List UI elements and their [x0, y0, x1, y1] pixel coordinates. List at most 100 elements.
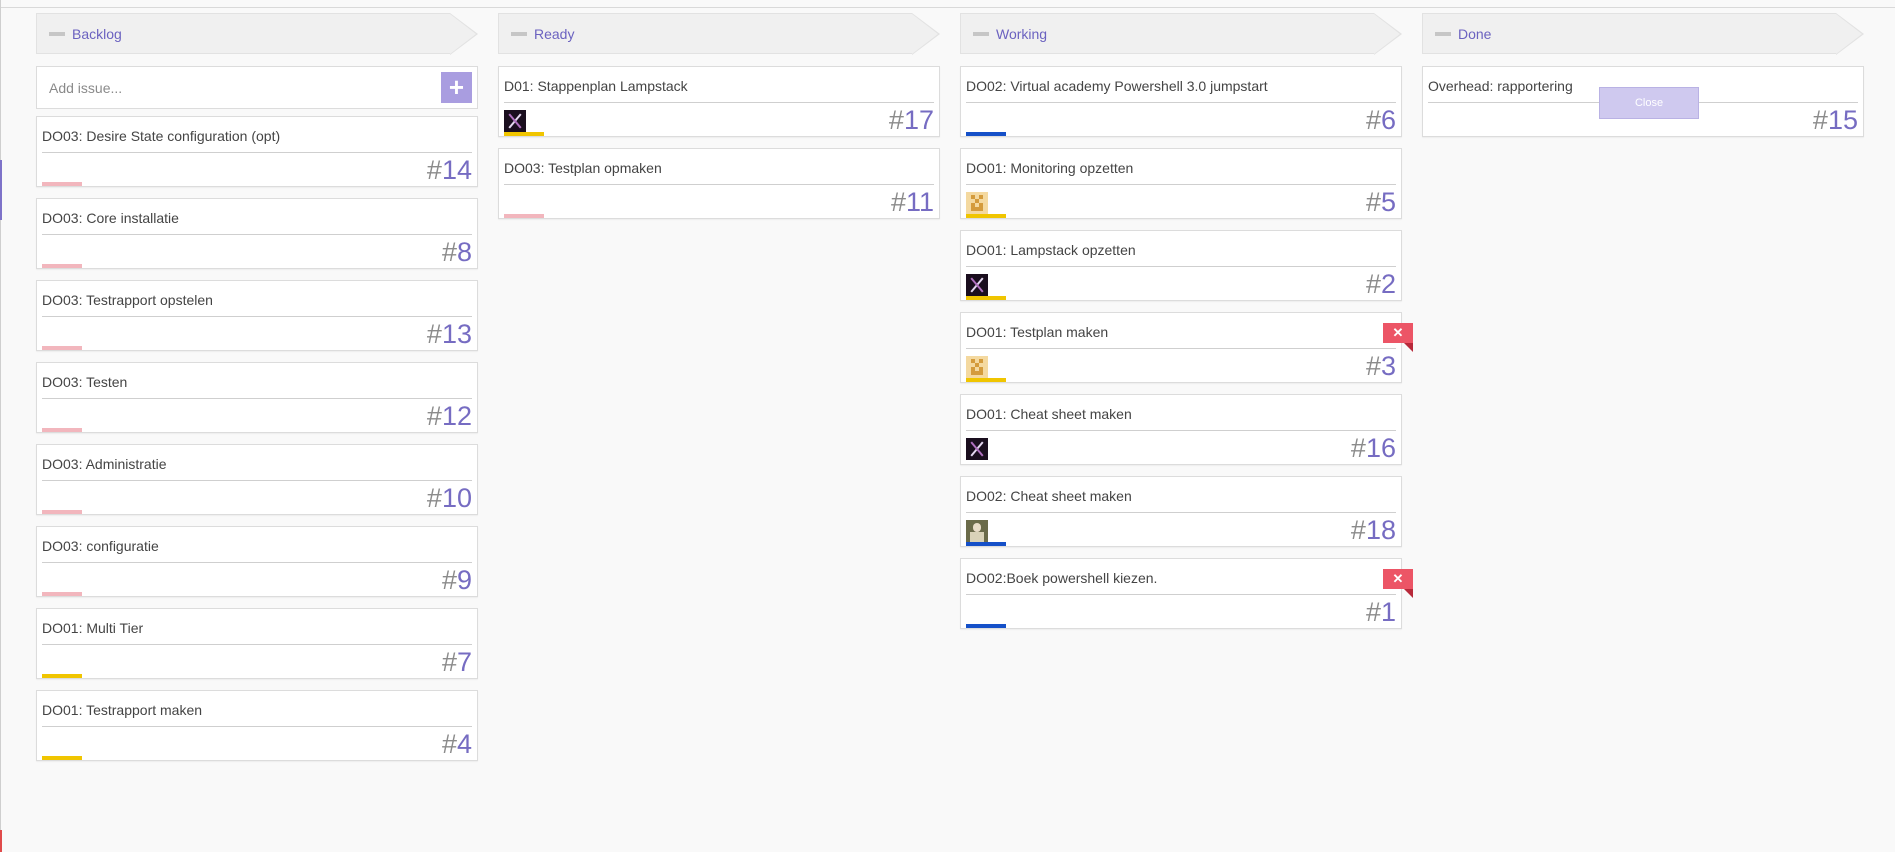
issue-number: #7	[442, 647, 472, 678]
issue-number: #13	[427, 319, 472, 350]
card-divider	[42, 398, 472, 399]
column-header[interactable]: Backlog	[36, 13, 478, 55]
avatar-body	[970, 532, 984, 542]
issue-card[interactable]: DO03: Testplan opmaken #11	[498, 148, 940, 219]
issue-card[interactable]: DO01: Testplan maken #3 ✕	[960, 312, 1413, 383]
column-header[interactable]: Working	[960, 13, 1402, 55]
issue-title: DO02: Cheat sheet maken	[966, 488, 1132, 504]
issue-number-value: 18	[1365, 515, 1396, 545]
issue-number-value: 3	[1380, 351, 1396, 381]
issue-card[interactable]: DO03: Testrapport opstelen #13	[36, 280, 478, 351]
header-arrow-inner	[912, 14, 938, 54]
issue-hash: #	[888, 105, 904, 135]
user-avatar	[966, 192, 988, 214]
issue-number: #5	[1366, 187, 1396, 218]
top-border	[0, 7, 1895, 8]
issue-card[interactable]: DO02:Boek powershell kiezen. #1 ✕	[960, 558, 1413, 629]
issue-hash: #	[1812, 105, 1828, 135]
issue-card[interactable]: DO03: configuratie #9	[36, 526, 478, 597]
issue-number-value: 4	[456, 729, 472, 759]
priority-bar	[966, 542, 1006, 546]
issue-number: #1	[1366, 597, 1396, 628]
user-avatar	[966, 520, 988, 542]
card-divider	[42, 726, 472, 727]
issue-hash: #	[1365, 597, 1381, 627]
avatar-head	[973, 523, 981, 532]
left-edge-marker-red	[0, 830, 2, 852]
card-divider	[966, 594, 1396, 595]
priority-bar	[966, 214, 1006, 218]
priority-bar	[42, 674, 82, 678]
collapse-icon[interactable]	[1435, 32, 1451, 36]
header-arrow-inner	[1374, 14, 1400, 54]
close-icon[interactable]: ✕	[1383, 323, 1413, 352]
issue-title: DO01: Testrapport maken	[42, 702, 203, 718]
close-button[interactable]: Close	[1599, 87, 1699, 119]
issue-title: DO03: Administratie	[42, 456, 167, 472]
priority-bar	[42, 756, 82, 760]
issue-hash: #	[890, 187, 906, 217]
issue-hash: #	[441, 565, 457, 595]
issue-card[interactable]: DO01: Lampstack opzetten #2	[960, 230, 1402, 301]
issue-hash: #	[441, 729, 457, 759]
issue-title: DO01: Lampstack opzetten	[966, 242, 1136, 258]
issue-number-value: 1	[1380, 597, 1396, 627]
issue-number: #3	[1366, 351, 1396, 382]
card-divider	[966, 266, 1396, 267]
issue-title: DO03: Desire State configuration (opt)	[42, 128, 281, 144]
priority-bar	[42, 510, 82, 514]
avatar-pixel	[979, 195, 983, 199]
issue-title: DO03: Testrapport opstelen	[42, 292, 213, 308]
plus-icon[interactable]: +	[441, 72, 472, 103]
issue-card[interactable]: DO03: Desire State configuration (opt) #1…	[36, 116, 478, 187]
column-header[interactable]: Ready	[498, 13, 940, 55]
priority-bar	[42, 182, 82, 186]
collapse-icon[interactable]	[49, 32, 65, 36]
issue-hash: #	[426, 319, 442, 349]
issue-number-value: 7	[456, 647, 472, 677]
card-list: + DO03: Desire State configuration (opt) #…	[36, 66, 478, 761]
issue-number-value: 6	[1380, 105, 1396, 135]
issue-hash: #	[1350, 433, 1366, 463]
collapse-icon[interactable]	[973, 32, 989, 36]
issue-card[interactable]: DO02: Cheat sheet maken #18	[960, 476, 1402, 547]
issue-title: DO02:Boek powershell kiezen.	[966, 570, 1158, 586]
add-issue-box: +	[36, 66, 478, 109]
issue-number-value: 16	[1365, 433, 1396, 463]
user-avatar	[504, 110, 526, 132]
issue-card[interactable]: DO03: Administratie #10	[36, 444, 478, 515]
issue-number: #17	[889, 105, 934, 136]
issue-hash: #	[426, 483, 442, 513]
issue-number: #15	[1813, 105, 1858, 136]
issue-card[interactable]: DO03: Core installatie #8	[36, 198, 478, 269]
column-ready: Ready D01: Stappenplan Lampstack #17 DO03: …	[498, 13, 940, 230]
issue-number-value: 13	[441, 319, 472, 349]
card-list: D01: Stappenplan Lampstack #17 DO03: Testp…	[498, 66, 940, 219]
issue-card[interactable]: DO03: Testen #12	[36, 362, 478, 433]
issue-hash: #	[441, 647, 457, 677]
issue-number-value: 15	[1827, 105, 1858, 135]
issue-number: #9	[442, 565, 472, 596]
collapse-icon[interactable]	[511, 32, 527, 36]
issue-number: #4	[442, 729, 472, 760]
column-title: Done	[1458, 26, 1492, 42]
issue-hash: #	[426, 401, 442, 431]
issue-card[interactable]: DO01: Testrapport maken #4	[36, 690, 478, 761]
column-header[interactable]: Done	[1422, 13, 1864, 55]
issue-card[interactable]: DO01: Cheat sheet maken #16	[960, 394, 1402, 465]
issue-card[interactable]: DO01: Monitoring opzetten #5	[960, 148, 1402, 219]
issue-card[interactable]: D01: Stappenplan Lampstack #17	[498, 66, 940, 137]
priority-bar	[966, 378, 1006, 382]
close-icon[interactable]: ✕	[1383, 569, 1413, 598]
avatar-pixel	[979, 371, 983, 375]
issue-card[interactable]: DO02: Virtual academy Powershell 3.0 jum…	[960, 66, 1402, 137]
card-divider	[42, 644, 472, 645]
priority-bar	[42, 592, 82, 596]
avatar-pixel	[971, 207, 975, 211]
issue-card[interactable]: Overhead: rapportering #15 Close	[1422, 66, 1864, 137]
priority-bar	[42, 346, 82, 350]
add-issue-input[interactable]	[37, 67, 461, 108]
issue-card[interactable]: DO01: Multi Tier #7	[36, 608, 478, 679]
column-title: Working	[996, 26, 1048, 42]
card-divider	[966, 184, 1396, 185]
